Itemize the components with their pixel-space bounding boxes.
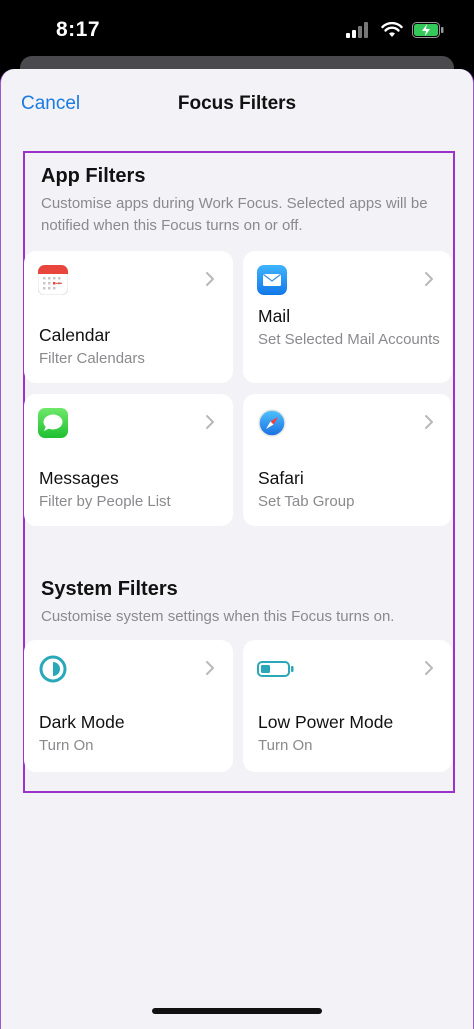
dark-mode-icon [39,655,67,683]
app-filters-title: App Filters [41,165,146,187]
navigation-bar: Cancel Focus Filters [1,69,473,139]
card-subtitle: Turn On [39,737,94,754]
system-filters-description: Customise system settings when this Focu… [41,608,395,625]
card-title: Messages [39,468,119,488]
card-title: Dark Mode [39,712,125,732]
status-bar: 8:17 [0,0,474,64]
system-filters-title: System Filters [41,578,178,600]
page-title: Focus Filters [177,93,297,114]
dark-mode-filter-card[interactable]: Dark Mode Turn On [24,640,233,772]
card-title: Safari [258,468,304,488]
chevron-right-icon [206,272,214,286]
low-power-mode-filter-card[interactable]: Low Power Mode Turn On [243,640,452,772]
battery-icon [257,661,294,677]
card-title: Low Power Mode [258,712,394,732]
chevron-right-icon [425,272,433,286]
card-subtitle: Set Tab Group [258,493,355,510]
messages-icon [38,408,68,438]
chevron-right-icon [206,661,214,675]
card-subtitle: Filter by People List [39,493,171,510]
mail-filter-card[interactable]: Mail Set Selected Mail Accounts [243,251,452,383]
battery-charging-icon [412,22,444,38]
home-indicator[interactable] [152,1008,322,1014]
status-time: 8:17 [56,18,101,41]
chevron-right-icon [425,661,433,675]
signal-icon [346,22,368,38]
card-title: Mail [258,306,291,326]
focus-filters-sheet: Cancel Focus Filters App Filters Customi… [0,69,474,1029]
card-subtitle: Set Selected Mail Accounts [258,331,440,348]
card-title: Calendar [39,325,111,345]
status-icons [346,22,444,38]
mail-icon [257,265,287,295]
app-filters-description: Customise apps during Work Focus. Select… [41,195,428,234]
chevron-right-icon [425,415,433,429]
calendar-filter-card[interactable]: Calendar Filter Calendars [24,251,233,383]
chevron-right-icon [206,415,214,429]
safari-icon [258,409,286,437]
messages-filter-card[interactable]: Messages Filter by People List [24,394,233,526]
calendar-icon [38,265,68,295]
wifi-icon [381,22,403,37]
safari-filter-card[interactable]: Safari Set Tab Group [243,394,452,526]
card-subtitle: Filter Calendars [39,350,145,367]
card-subtitle: Turn On [258,737,313,754]
